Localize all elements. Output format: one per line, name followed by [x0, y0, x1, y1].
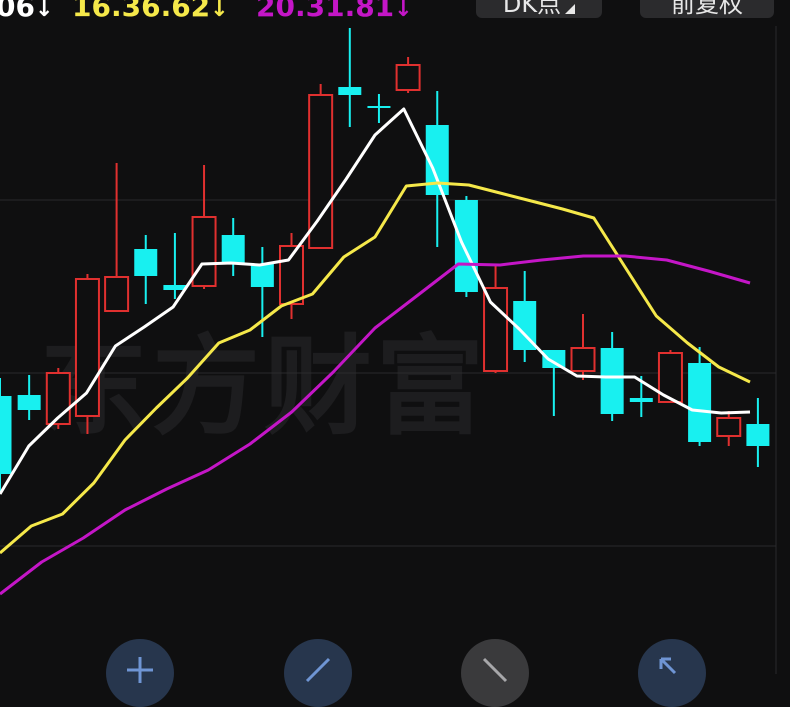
- ma10-legend: 16.36.62↓: [72, 0, 229, 23]
- ma10-value: 16.36.62: [72, 0, 211, 23]
- candle-up: [716, 411, 742, 446]
- dropdown-corner-icon: [565, 4, 576, 14]
- candle-down: [688, 347, 712, 446]
- candle-down: [746, 398, 770, 467]
- candle-up: [104, 163, 130, 312]
- candle-down: [134, 235, 158, 304]
- candle-down: [454, 196, 478, 297]
- candle-down: [542, 350, 566, 416]
- candle-body: [104, 276, 130, 312]
- candle-up: [74, 274, 100, 434]
- candle-up: [308, 84, 334, 249]
- price-adjust-button[interactable]: 前复权: [640, 0, 774, 18]
- moving-average-lines: [0, 107, 751, 596]
- candle-body: [542, 350, 566, 368]
- period-select-button[interactable]: DK点: [476, 0, 602, 18]
- indicator-header: 06↓ 16.36.62↓ 20.31.81↓ DK点 前复权: [0, 0, 790, 26]
- candle-body: [629, 398, 653, 402]
- candle-body: [716, 417, 742, 437]
- candle-up: [483, 265, 509, 373]
- period-label: DK点: [502, 0, 562, 18]
- candle-down: [367, 94, 391, 123]
- ma5-legend: 06↓: [0, 0, 53, 23]
- candle-body: [74, 278, 100, 417]
- draw-ray-button[interactable]: [461, 639, 529, 707]
- candle-body: [338, 87, 362, 95]
- fullscreen-icon: [659, 657, 677, 675]
- candle-body: [454, 200, 478, 292]
- ma20-legend: 20.31.81↓: [256, 0, 413, 23]
- candle-body: [17, 395, 41, 410]
- candle-down: [17, 375, 41, 420]
- candle-down: [221, 218, 245, 276]
- candle-up: [570, 314, 596, 380]
- zoom-in-button[interactable]: [106, 639, 174, 707]
- candle-body: [746, 424, 770, 446]
- candle-body: [600, 348, 624, 414]
- candle-body: [367, 106, 391, 108]
- adjust-label: 前复权: [671, 0, 743, 18]
- ma10-line: [0, 181, 751, 555]
- candle-body: [191, 216, 217, 287]
- candle-body: [395, 64, 421, 91]
- down-arrow-icon: ↓: [394, 0, 413, 22]
- down-arrow-icon: ↓: [210, 0, 229, 22]
- ma5-value: 06: [0, 0, 35, 23]
- ma20-value: 20.31.81: [256, 0, 395, 23]
- fullscreen-button[interactable]: [638, 639, 706, 707]
- candle-down: [425, 91, 449, 247]
- draw-line-button[interactable]: [284, 639, 352, 707]
- candle-down: [513, 271, 537, 362]
- zoom-in-icon: [127, 657, 153, 683]
- candle-up: [45, 368, 71, 429]
- kline-chart[interactable]: [0, 26, 790, 674]
- candle-body: [221, 235, 245, 264]
- candle-body: [163, 285, 187, 290]
- candle-body: [0, 396, 12, 474]
- candle-body: [570, 347, 596, 372]
- candle-down: [163, 233, 187, 299]
- candle-down: [250, 247, 274, 337]
- candle-body: [688, 363, 712, 442]
- candle-body: [250, 264, 274, 287]
- candle-down: [338, 28, 362, 127]
- candle-body: [483, 287, 509, 372]
- draw-line-icon: [305, 657, 331, 683]
- candle-body: [134, 249, 158, 276]
- down-arrow-icon: ↓: [34, 0, 54, 22]
- candle-up: [395, 57, 421, 93]
- draw-ray-icon: [482, 657, 508, 683]
